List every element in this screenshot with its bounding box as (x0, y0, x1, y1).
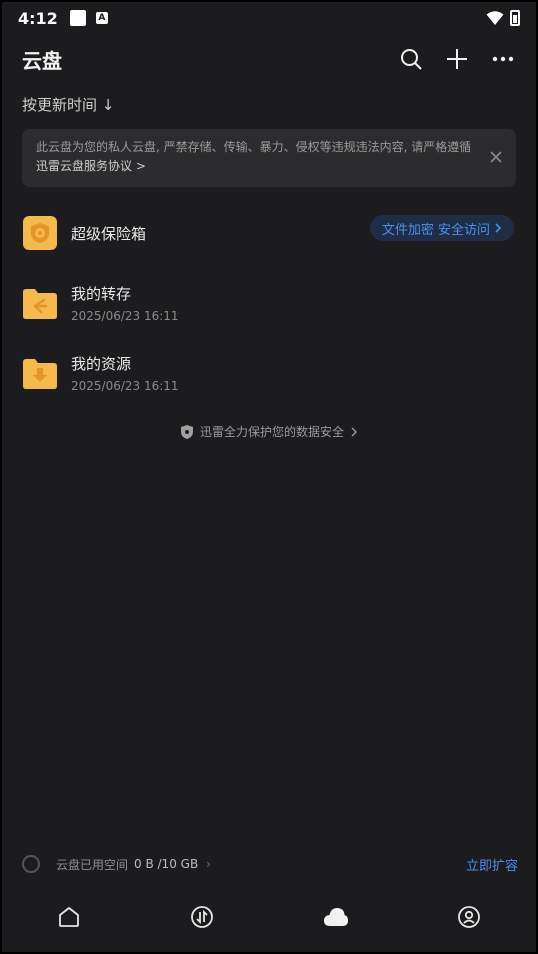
expand-storage-button[interactable]: 立即扩容 (466, 855, 518, 874)
search-button[interactable] (398, 46, 424, 72)
vault-badge-label: 文件加密 安全访问 (381, 222, 490, 238)
vault-badge-button[interactable]: 文件加密 安全访问 (369, 215, 514, 241)
more-button[interactable] (490, 46, 516, 72)
profile-icon (458, 906, 481, 928)
folder-download-icon (23, 359, 57, 389)
accessibility-icon: A (95, 12, 108, 24)
tab-profile[interactable] (403, 882, 537, 952)
home-icon (58, 907, 79, 927)
storage-ring-icon (22, 855, 40, 873)
tab-transfer[interactable] (136, 882, 270, 952)
add-button[interactable] (444, 46, 470, 72)
status-bar: 4:12 A (2, 2, 536, 34)
service-agreement-link[interactable]: 迅雷云盘服务协议 > (36, 159, 146, 173)
file-name: 我的资源 (71, 355, 132, 373)
status-time: 4:12 (18, 8, 58, 28)
folder-transfer-icon (23, 289, 57, 319)
file-list: 超级保险箱 文件加密 安全访问 我的转存 2025/06/23 16:11 我的… (2, 198, 536, 408)
tab-home[interactable] (2, 882, 136, 952)
more-icon (492, 56, 514, 62)
storage-bar: 云盘已用空间 0 B /10 GB › 立即扩容 (22, 852, 518, 876)
bottom-tab-bar (2, 882, 536, 952)
tab-cloud[interactable] (269, 882, 403, 952)
battery-icon (510, 10, 520, 26)
security-note[interactable]: 迅雷全力保护您的数据安全 (2, 423, 536, 440)
sort-toggle[interactable]: 按更新时间 ↓ (22, 94, 114, 115)
chevron-right-icon[interactable]: › (206, 857, 211, 871)
notification-icon (69, 10, 86, 26)
shield-icon (180, 424, 193, 439)
file-name: 我的转存 (71, 285, 132, 303)
close-icon[interactable] (488, 149, 504, 165)
list-item-vault[interactable]: 超级保险箱 文件加密 安全访问 (2, 198, 536, 268)
transfer-icon (191, 906, 214, 928)
storage-used: 0 B /10 GB (134, 857, 199, 871)
wifi-icon (486, 11, 504, 25)
file-name: 超级保险箱 (71, 224, 147, 243)
plus-icon (447, 49, 467, 69)
file-date: 2025/06/23 16:11 (71, 379, 179, 393)
notice-text: 此云盘为您的私人云盘, 严禁存储、传输、暴力、侵权等违规违法内容, 请严格遵循 (36, 140, 472, 154)
notice-banner: 此云盘为您的私人云盘, 严禁存储、传输、暴力、侵权等违规违法内容, 请严格遵循迅… (22, 129, 516, 187)
app-header: 云盘 (2, 40, 536, 78)
safe-icon (23, 216, 57, 250)
chevron-right-icon (495, 223, 502, 233)
page-title: 云盘 (22, 48, 62, 73)
chevron-right-icon (351, 427, 357, 436)
storage-label: 云盘已用空间 (56, 857, 129, 872)
cloud-icon (323, 908, 348, 926)
list-item-transfer[interactable]: 我的转存 2025/06/23 16:11 (2, 268, 536, 338)
search-icon (401, 49, 422, 70)
security-note-text: 迅雷全力保护您的数据安全 (199, 425, 344, 439)
list-item-resources[interactable]: 我的资源 2025/06/23 16:11 (2, 338, 536, 408)
file-date: 2025/06/23 16:11 (71, 309, 179, 323)
